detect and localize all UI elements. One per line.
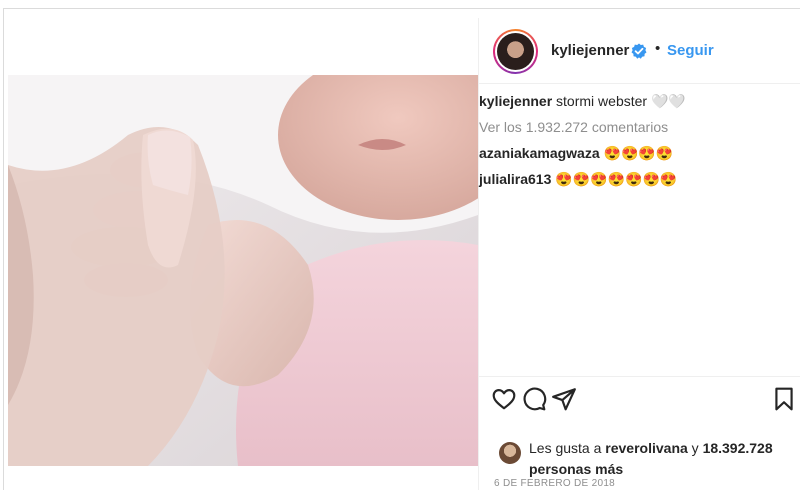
comment-item: azaniakamagwaza 😍😍😍😍 (479, 140, 800, 166)
username-link[interactable]: kyliejenner (551, 42, 629, 59)
verified-badge-icon (631, 43, 647, 59)
comment-text: 😍😍😍😍😍😍😍 (555, 171, 678, 187)
baby-hand-image (8, 75, 478, 466)
post-header: kyliejenner • Seguir (479, 18, 800, 84)
comment-username[interactable]: azaniakamagwaza (479, 145, 600, 161)
action-bar (479, 376, 800, 418)
caption-text: stormi webster 🤍🤍 (556, 93, 686, 109)
separator-dot: • (655, 40, 661, 57)
comment-text: 😍😍😍😍 (603, 145, 674, 161)
share-icon[interactable] (551, 386, 577, 412)
post-side-panel: kyliejenner • Seguir kyliejenner stormi … (478, 18, 800, 490)
comment-username[interactable]: julialira613 (479, 171, 551, 187)
comment-item: julialira613 😍😍😍😍😍😍😍 (479, 166, 800, 192)
heart-icon[interactable] (491, 386, 517, 412)
likes-text: Les gusta a reverolivana y 18.392.728 pe… (529, 438, 799, 480)
comments-section: kyliejenner stormi webster 🤍🤍 Ver los 1.… (479, 88, 800, 192)
likes-prefix: Les gusta a (529, 440, 602, 456)
post-photo[interactable] (8, 75, 478, 466)
liker-username[interactable]: reverolivana (605, 440, 688, 456)
profile-avatar[interactable] (493, 29, 538, 74)
follow-button[interactable]: Seguir (667, 42, 714, 59)
comment-icon[interactable] (521, 386, 547, 412)
bookmark-icon[interactable] (771, 386, 797, 412)
post-card: kyliejenner • Seguir kyliejenner stormi … (3, 8, 800, 490)
liker-avatar[interactable] (499, 442, 521, 464)
post-date[interactable]: 6 DE FEBRERO DE 2018 (494, 478, 615, 489)
likes-conjunction: y (691, 440, 699, 456)
caption: kyliejenner stormi webster 🤍🤍 (479, 88, 800, 114)
view-all-comments-link[interactable]: Ver los 1.932.272 comentarios (479, 114, 800, 140)
caption-username[interactable]: kyliejenner (479, 93, 552, 109)
